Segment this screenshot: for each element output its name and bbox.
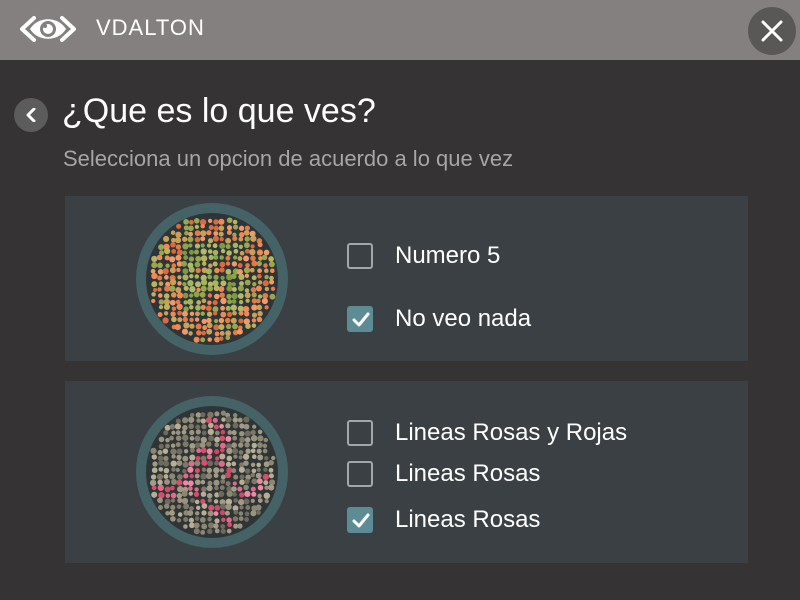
checkmark-icon xyxy=(352,513,370,528)
option-label: Lineas Rosas xyxy=(395,460,541,487)
checkmark-icon xyxy=(352,312,370,327)
close-icon xyxy=(761,20,783,42)
question-card-1: Numero 5 No veo nada xyxy=(65,196,748,361)
ishihara-plate-lines-icon xyxy=(136,396,288,548)
eye-logo-icon xyxy=(20,16,76,42)
close-button[interactable] xyxy=(748,7,796,55)
option-numero-5[interactable]: Numero 5 xyxy=(347,239,500,273)
app-header: VDALTON xyxy=(0,0,800,60)
ishihara-plate-number-icon xyxy=(136,203,288,355)
checkbox-lineas-rosas-y-rojas[interactable] xyxy=(347,420,373,446)
option-lineas-rosas-2[interactable]: Lineas Rosas xyxy=(347,503,540,537)
checkbox-lineas-rosas-1[interactable] xyxy=(347,461,373,487)
option-label: Lineas Rosas y Rojas xyxy=(395,419,628,446)
checkbox-numero-5[interactable] xyxy=(347,243,373,269)
option-label: Lineas Rosas xyxy=(395,506,541,533)
chevron-left-icon xyxy=(26,108,36,122)
option-lineas-rosas-y-rojas[interactable]: Lineas Rosas y Rojas xyxy=(347,416,627,450)
checkbox-no-veo-nada[interactable] xyxy=(347,306,373,332)
option-label: Numero 5 xyxy=(395,242,501,269)
back-button[interactable] xyxy=(14,98,48,132)
page-subtitle: Selecciona un opcion de acuerdo a lo que… xyxy=(63,146,514,171)
question-card-2: Lineas Rosas y Rojas Lineas Rosas Lineas… xyxy=(65,381,748,563)
app-title: VDALTON xyxy=(96,15,205,40)
option-no-veo-nada[interactable]: No veo nada xyxy=(347,302,531,336)
option-lineas-rosas-1[interactable]: Lineas Rosas xyxy=(347,457,540,491)
page-title: ¿Que es lo que ves? xyxy=(62,92,376,130)
option-label: No veo nada xyxy=(395,305,532,332)
checkbox-lineas-rosas-2[interactable] xyxy=(347,507,373,533)
